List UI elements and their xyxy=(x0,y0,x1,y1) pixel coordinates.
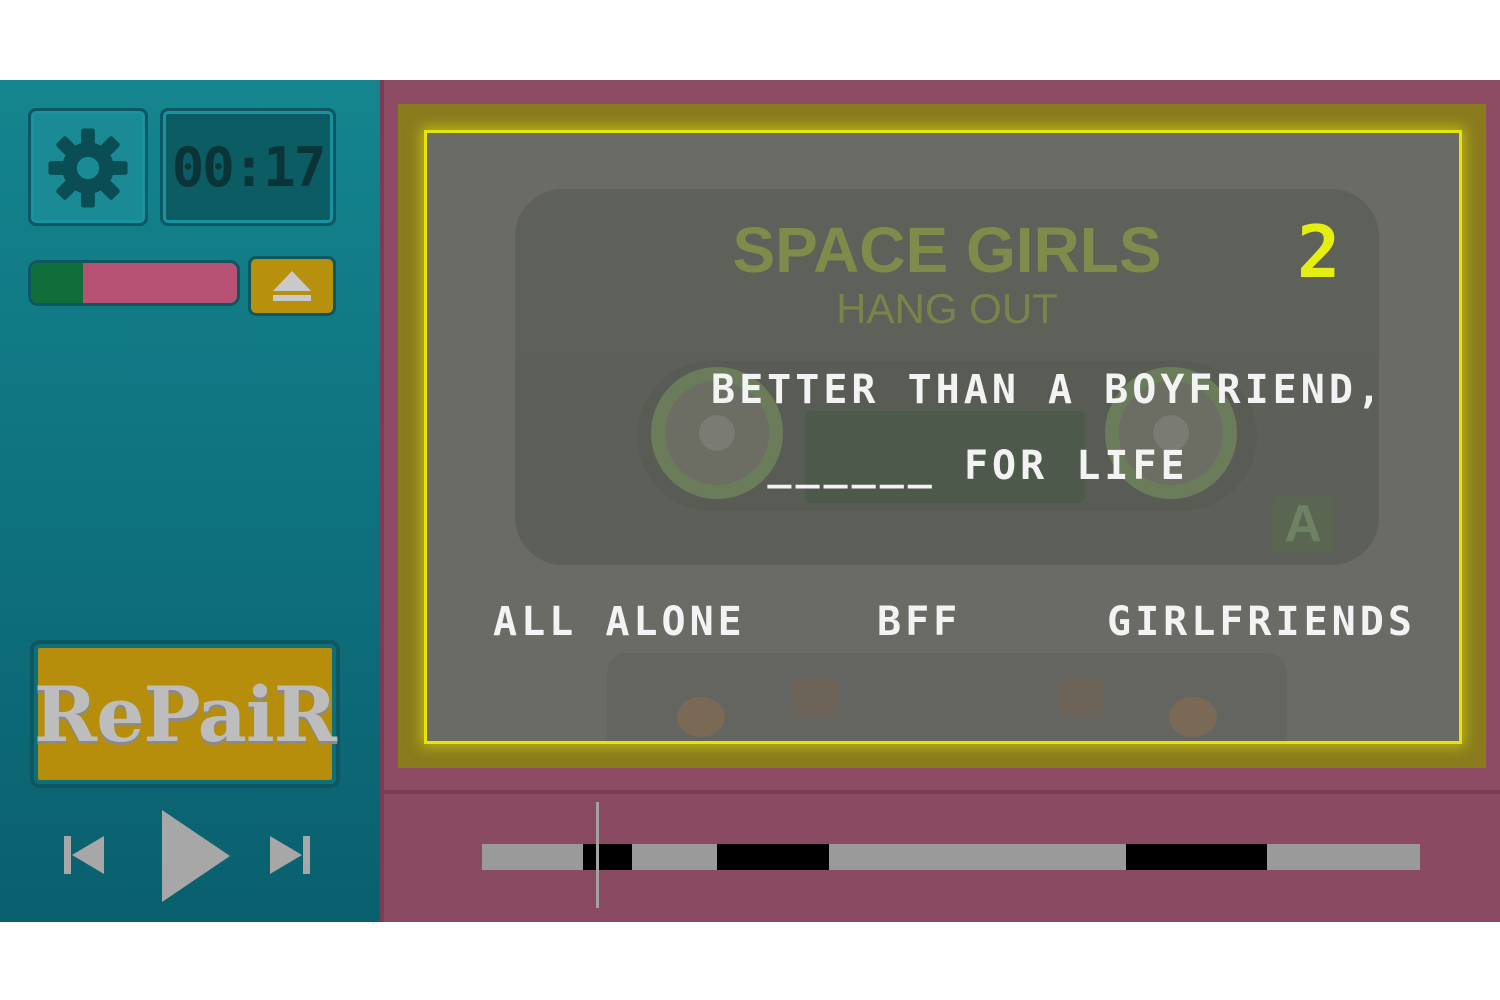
timeline-segment xyxy=(716,844,830,870)
repair-button[interactable]: RePaiR xyxy=(30,640,340,788)
repair-label: RePaiR xyxy=(34,669,337,759)
eject-button[interactable] xyxy=(248,256,336,316)
level-number: 2 xyxy=(1297,210,1341,294)
cassette-label: SPACE GIRLS HANG OUT xyxy=(515,189,1379,359)
question-screen: SPACE GIRLS HANG OUT A 2 BETTER THAN A B… xyxy=(424,130,1462,744)
next-button[interactable] xyxy=(268,832,312,882)
cassette-title: SPACE GIRLS xyxy=(732,214,1162,286)
cassette-bottom xyxy=(607,653,1287,741)
answer-option[interactable]: GIRLFRIENDS xyxy=(1107,599,1416,645)
answer-option[interactable]: BFF xyxy=(877,599,961,645)
game-canvas: 00:17 RePaiR SPACE GIRLS HANG OUT A 2 BE… xyxy=(0,80,1500,922)
timer-text: 00:17 xyxy=(171,135,327,199)
playhead[interactable] xyxy=(596,802,600,908)
question-line-2: ______ FOR LIFE xyxy=(767,443,1189,489)
cassette-subtitle: HANG OUT xyxy=(836,285,1058,332)
previous-button[interactable] xyxy=(62,832,106,882)
question-line-1: BETTER THAN A BOYFRIEND, xyxy=(711,367,1385,413)
skip-previous-icon xyxy=(64,836,104,874)
play-button[interactable] xyxy=(160,808,232,908)
timer-display: 00:17 xyxy=(160,108,336,226)
gear-icon xyxy=(48,128,128,208)
timeline-segment xyxy=(583,844,633,870)
play-icon xyxy=(162,810,230,902)
eject-icon xyxy=(273,271,311,301)
control-panel: 00:17 RePaiR xyxy=(0,80,380,922)
skip-next-icon xyxy=(270,836,310,874)
side-badge: A xyxy=(1273,495,1333,553)
timeline-segment xyxy=(1126,844,1268,870)
timeline-track[interactable] xyxy=(482,844,1420,870)
health-bar-fill xyxy=(31,263,83,303)
health-bar xyxy=(28,260,240,306)
settings-button[interactable] xyxy=(28,108,148,226)
answer-option[interactable]: ALL ALONE xyxy=(493,599,746,645)
